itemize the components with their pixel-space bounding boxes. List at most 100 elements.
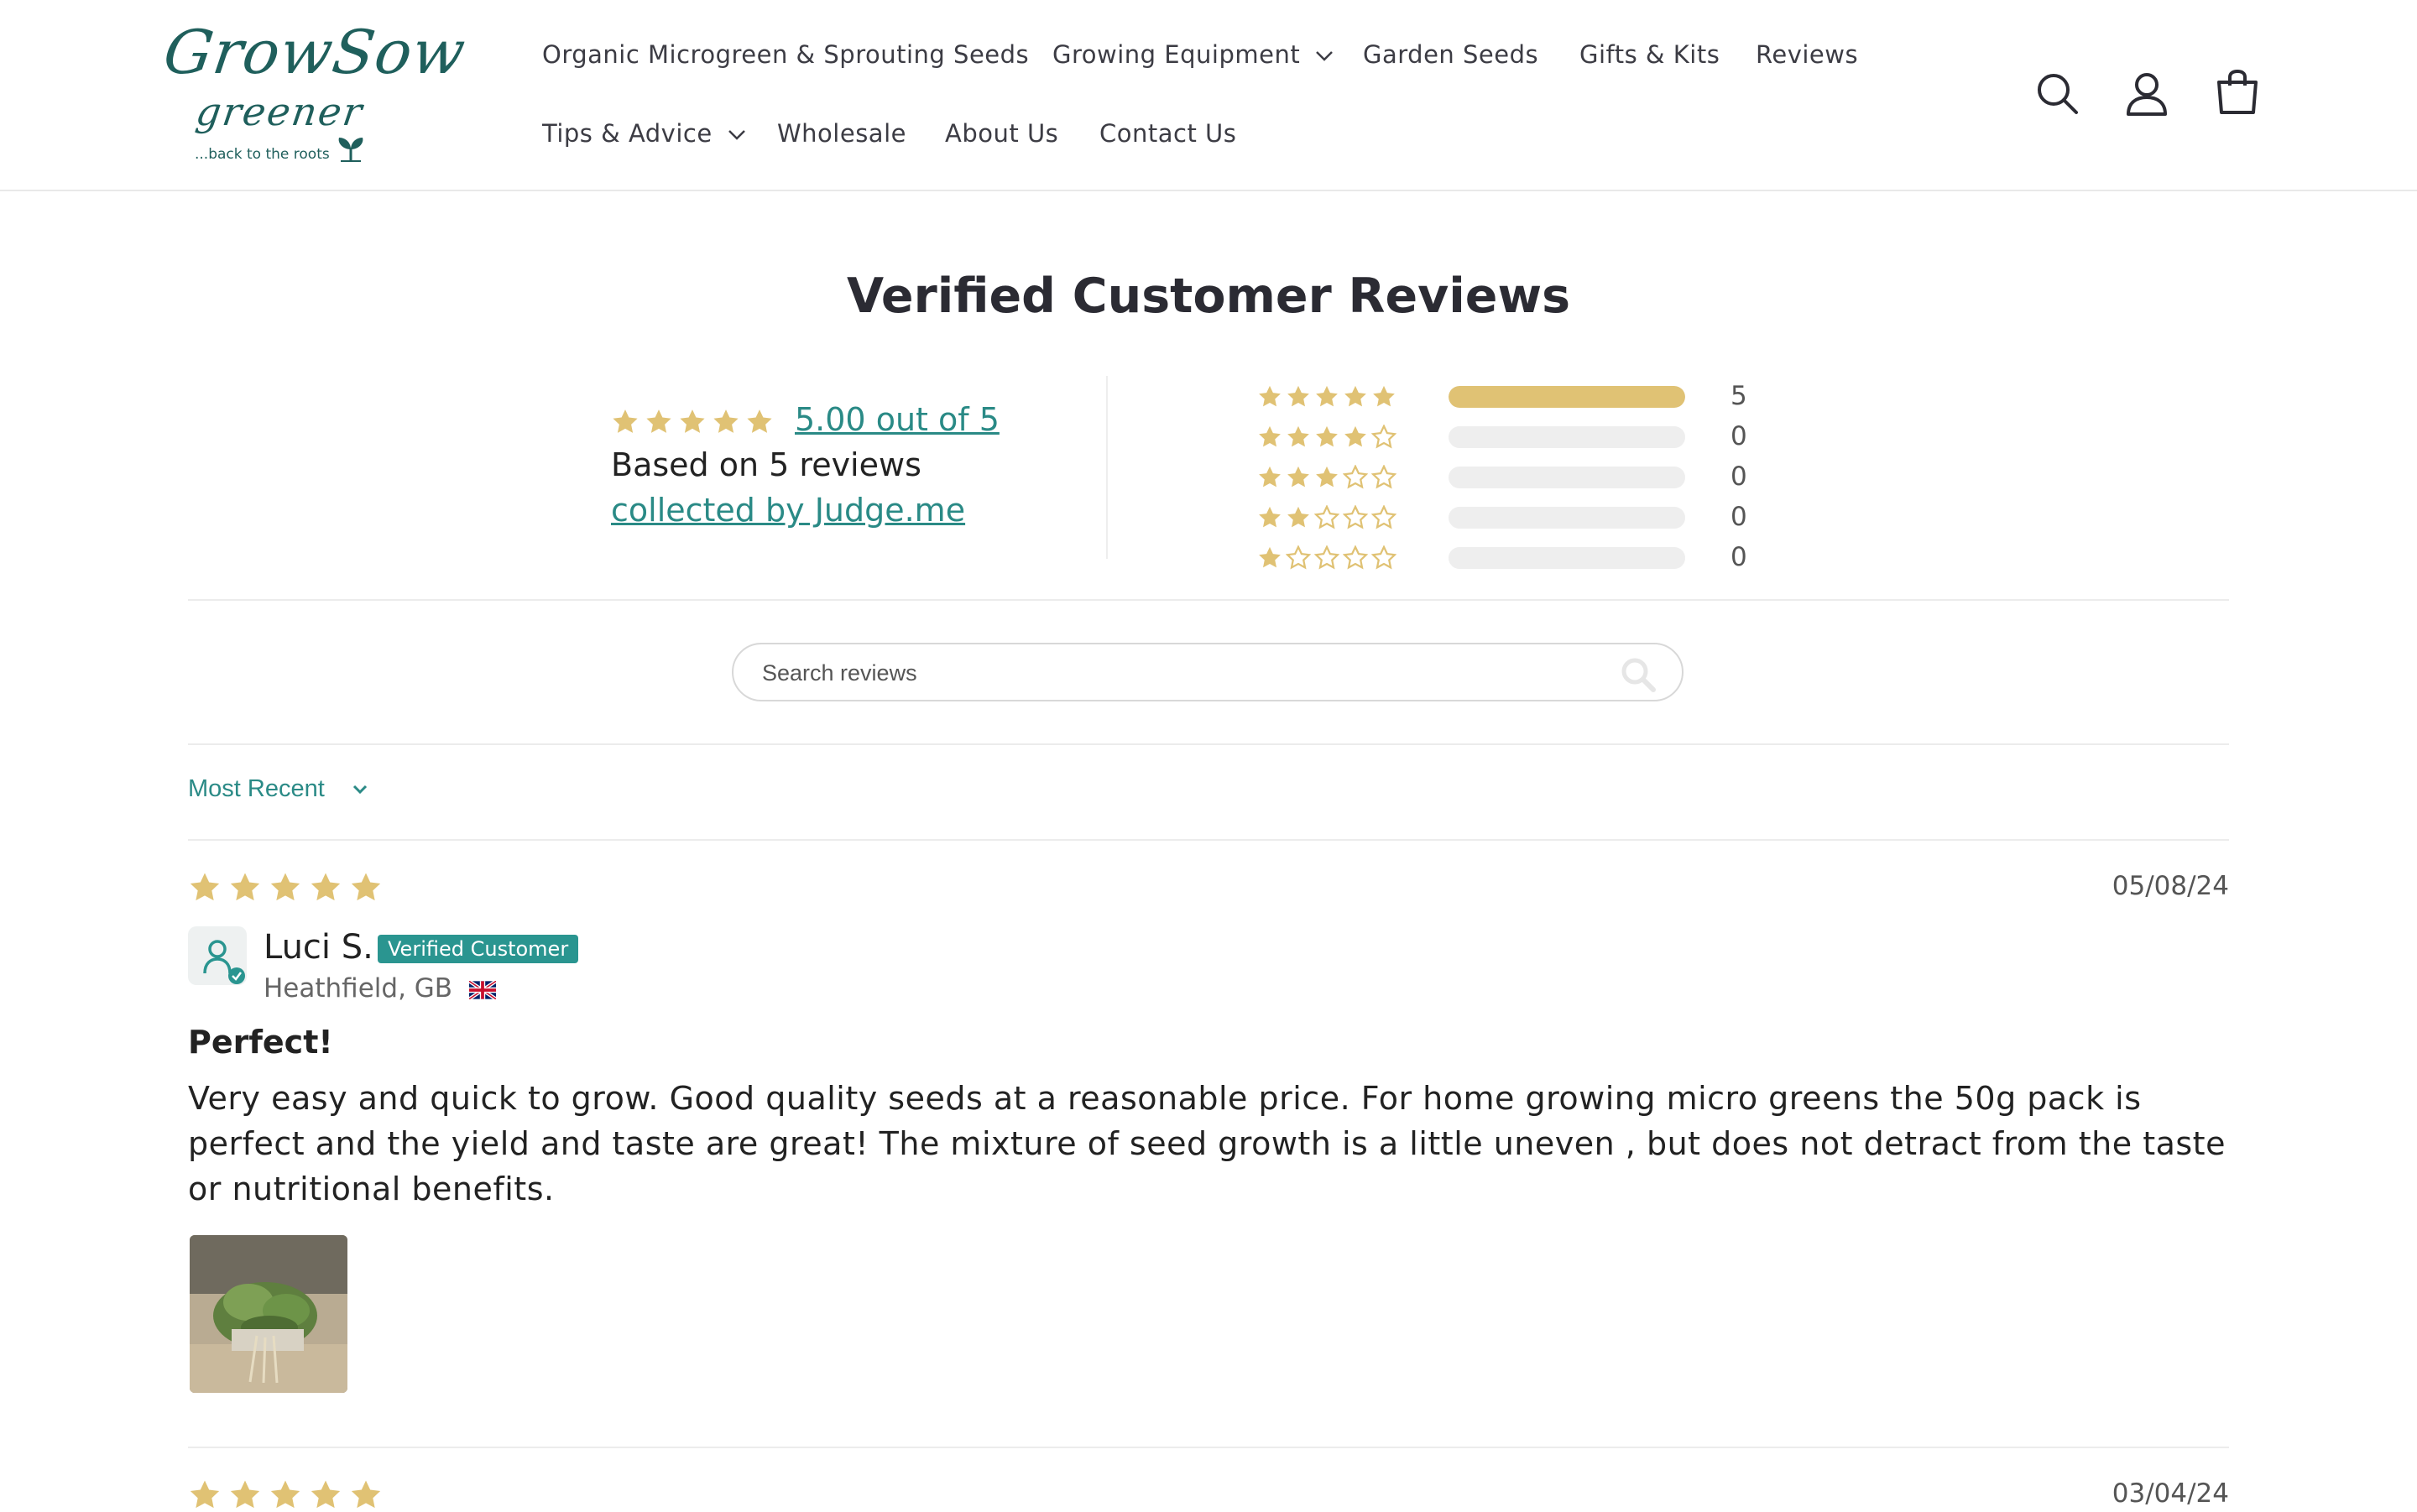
star-outline-icon [1343, 465, 1368, 489]
star-icon [1259, 385, 1281, 407]
review-author: Luci S. [264, 928, 373, 967]
star-icon [1373, 385, 1395, 407]
histogram-stars [1257, 505, 1396, 530]
location-text: Heathfield, GB [264, 973, 453, 1004]
search-icon[interactable] [1620, 656, 1657, 693]
account-icon[interactable] [2123, 70, 2170, 117]
histogram-stars [1257, 384, 1396, 409]
nav-item-gifts-kits[interactable]: Gifts & Kits [1579, 40, 1720, 69]
nav-label: Contact Us [1099, 119, 1237, 148]
uk-flag-icon [468, 980, 496, 999]
star-icon [1259, 506, 1281, 528]
logo-wordmark: GrowSow [159, 17, 471, 87]
page: GrowSow greener ...back to the roots Org… [0, 0, 2417, 1510]
star-icon [713, 409, 739, 433]
chevron-down-icon [352, 785, 367, 795]
star-icon [311, 1480, 341, 1509]
star-icon [1259, 425, 1281, 447]
star-icon [1287, 506, 1309, 528]
star-icon [1316, 385, 1338, 407]
search-reviews-input[interactable] [760, 644, 1603, 701]
histogram-bar [1449, 507, 1685, 529]
sort-dropdown[interactable]: Most Recent [188, 775, 368, 803]
sort-label: Most Recent [188, 775, 325, 802]
avatar [188, 926, 247, 985]
star-outline-icon [1371, 545, 1396, 570]
judgeme-link[interactable]: collected by Judge.me [611, 492, 965, 529]
main-nav: Organic Microgreen & Sprouting Seeds Gro… [542, 0, 1902, 190]
star-icon [613, 409, 638, 433]
divider [188, 743, 2229, 745]
star-icon [1344, 385, 1366, 407]
histogram-bar [1449, 386, 1685, 408]
search-icon[interactable] [2034, 70, 2081, 117]
star-outline-icon [1371, 505, 1396, 529]
nav-item-reviews[interactable]: Reviews [1756, 40, 1858, 69]
star-icon [1259, 546, 1281, 568]
review-stars [188, 871, 383, 905]
histogram-bar [1449, 467, 1685, 488]
nav-label: Gifts & Kits [1579, 40, 1720, 69]
star-icon [351, 1480, 381, 1509]
nav-item-growing-equipment[interactable]: Growing Equipment [1052, 40, 1334, 69]
logo-tagline: ...back to the roots [195, 146, 330, 163]
star-outline-icon [1314, 505, 1339, 529]
cart-icon[interactable] [2214, 69, 2261, 116]
histogram-row[interactable]: 5 [1257, 379, 1778, 416]
star-outline-icon [1371, 465, 1396, 489]
review-search [732, 643, 1684, 701]
nav-label: Garden Seeds [1363, 40, 1539, 69]
histogram-row[interactable]: 0 [1257, 500, 1778, 537]
histogram-count: 0 [1731, 502, 1747, 532]
review-date: 03/04/24 [2112, 1478, 2229, 1509]
histogram-bar [1449, 547, 1685, 569]
reviews-title: Verified Customer Reviews [846, 269, 1571, 324]
nav-label: About Us [945, 119, 1059, 148]
star-icon [1344, 425, 1366, 447]
star-outline-icon [1314, 545, 1339, 570]
star-icon [311, 873, 341, 901]
review-photo[interactable] [190, 1235, 347, 1393]
histogram-bar [1449, 426, 1685, 448]
nav-item-about-us[interactable]: About Us [945, 119, 1058, 148]
verified-badge: Verified Customer [378, 935, 579, 963]
nav-item-microgreen-seeds[interactable]: Organic Microgreen & Sprouting Seeds [542, 40, 1029, 69]
histogram-row[interactable]: 0 [1257, 420, 1778, 456]
histogram-count: 0 [1731, 461, 1747, 492]
histogram-row[interactable]: 0 [1257, 540, 1778, 577]
star-icon [230, 873, 260, 901]
review-stars [188, 1478, 383, 1512]
star-icon [1316, 466, 1338, 487]
review-count-text: Based on 5 reviews [611, 446, 921, 483]
star-icon [747, 409, 772, 433]
star-icon [190, 873, 220, 901]
nav-label: Growing Equipment [1052, 40, 1301, 69]
logo[interactable]: GrowSow greener ...back to the roots [159, 17, 470, 176]
histogram-stars [1257, 545, 1396, 571]
star-icon [1259, 466, 1281, 487]
star-icon [190, 1480, 220, 1509]
nav-item-garden-seeds[interactable]: Garden Seeds [1363, 40, 1538, 69]
nav-item-contact-us[interactable]: Contact Us [1099, 119, 1236, 148]
star-icon [1287, 425, 1309, 447]
histogram-count: 0 [1731, 542, 1747, 572]
user-icon [203, 940, 245, 984]
nav-item-tips-advice[interactable]: Tips & Advice [542, 119, 746, 148]
nav-label: Wholesale [777, 119, 906, 148]
star-outline-icon [1286, 545, 1311, 570]
star-outline-icon [1343, 545, 1368, 570]
microgreens-photo [190, 1235, 347, 1393]
star-outline-icon [1371, 425, 1396, 449]
chevron-down-icon [728, 130, 745, 140]
histogram-count: 5 [1731, 381, 1747, 411]
logo-subword: greener [193, 89, 367, 134]
review-body: Very easy and quick to grow. Good qualit… [188, 1080, 2226, 1207]
sprout-icon [338, 138, 363, 162]
nav-item-wholesale[interactable]: Wholesale [777, 119, 906, 148]
histogram-row[interactable]: 0 [1257, 460, 1778, 497]
star-icon [1316, 425, 1338, 447]
star-icon [680, 409, 705, 433]
average-rating-link[interactable]: 5.00 out of 5 [795, 401, 1000, 438]
nav-label: Tips & Advice [542, 119, 713, 148]
chevron-down-icon [1316, 51, 1334, 61]
